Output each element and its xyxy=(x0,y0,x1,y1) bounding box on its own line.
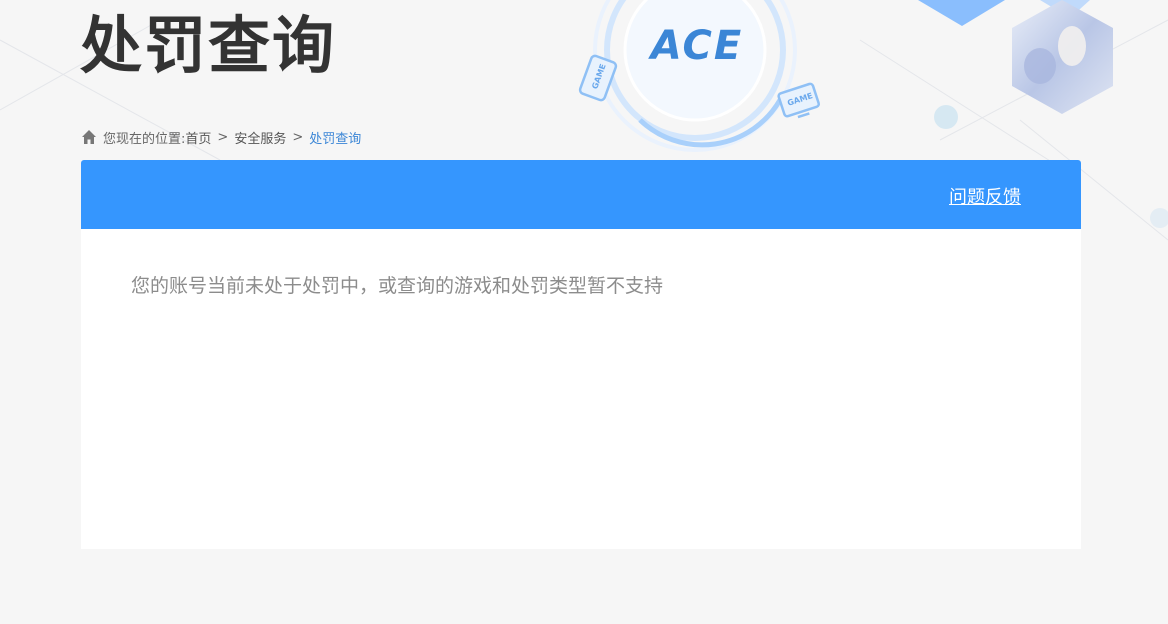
character-avatar-image xyxy=(1012,0,1113,114)
ace-logo-text: ACE xyxy=(650,23,744,69)
breadcrumb: 您现在的位置: 首页 > 安全服务 > 处罚查询 xyxy=(81,127,361,147)
page-title: 处罚查询 xyxy=(80,9,337,82)
breadcrumb-separator: > xyxy=(217,129,229,145)
breadcrumb-home-link[interactable]: 首页 xyxy=(185,128,211,147)
feedback-link[interactable]: 问题反馈 xyxy=(949,183,1021,209)
panel-header: 问题反馈 xyxy=(81,160,1081,229)
breadcrumb-security-link[interactable]: 安全服务 xyxy=(234,128,286,147)
breadcrumb-prefix: 您现在的位置: xyxy=(103,131,186,147)
panel-body: 您的账号当前未处于处罚中，或查询的游戏和处罚类型暂不支持 xyxy=(81,229,1081,340)
breadcrumb-separator: > xyxy=(292,129,304,145)
query-result-panel: 问题反馈 您的账号当前未处于处罚中，或查询的游戏和处罚类型暂不支持 xyxy=(81,160,1081,549)
status-message: 您的账号当前未处于处罚中，或查询的游戏和处罚类型暂不支持 xyxy=(131,275,664,297)
home-icon xyxy=(81,129,97,145)
breadcrumb-current: 处罚查询 xyxy=(309,131,362,147)
